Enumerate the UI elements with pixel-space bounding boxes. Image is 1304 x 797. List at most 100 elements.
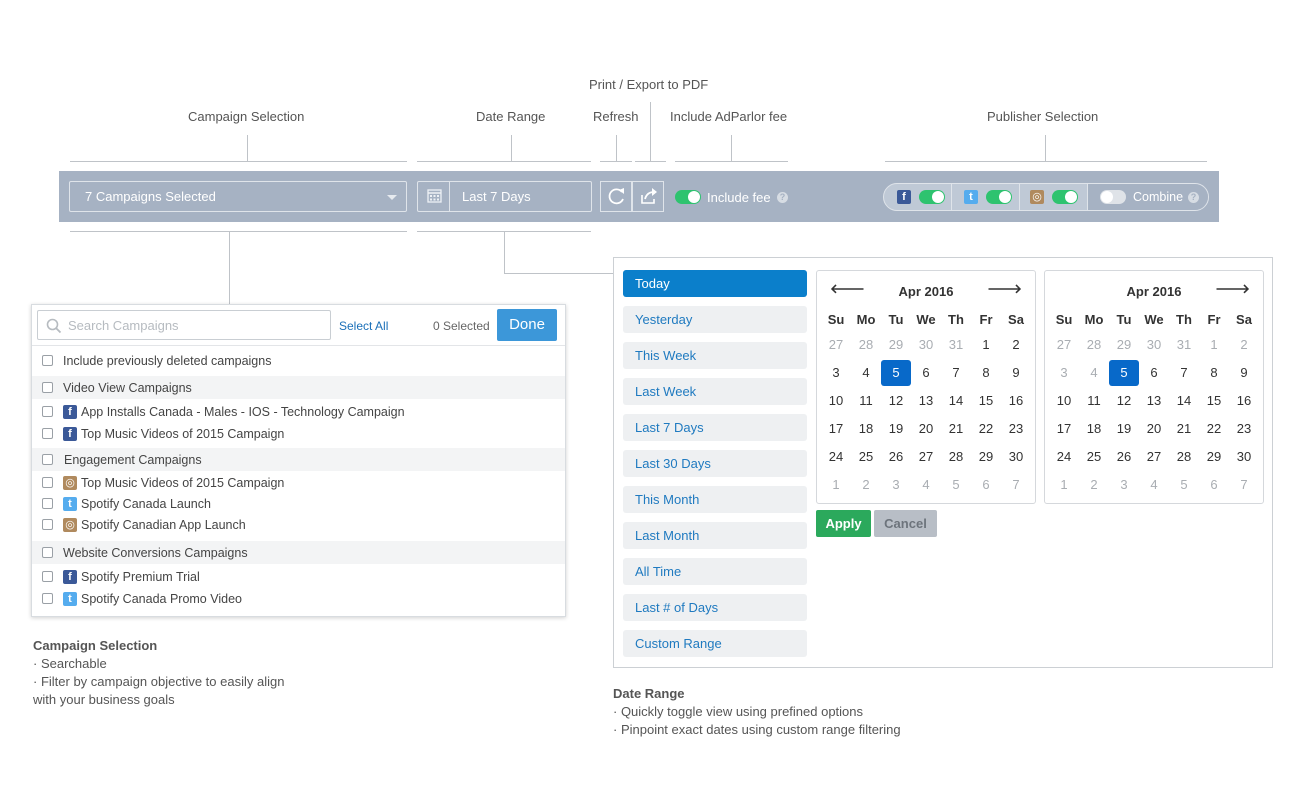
calendar-day[interactable]: 6 — [971, 472, 1001, 498]
calendar-day[interactable]: 5 — [941, 472, 971, 498]
group-checkbox[interactable] — [42, 547, 53, 558]
calendar-day[interactable]: 20 — [911, 416, 941, 442]
campaign-checkbox[interactable] — [42, 519, 53, 530]
campaign-checkbox[interactable] — [42, 477, 53, 488]
calendar-day[interactable]: 29 — [1199, 444, 1229, 470]
calendar-day[interactable]: 15 — [971, 388, 1001, 414]
next-month-arrow-icon[interactable]: 🡒 — [1215, 281, 1250, 297]
calendar-day[interactable]: 7 — [1001, 472, 1031, 498]
calendar-day[interactable]: 1 — [821, 472, 851, 498]
export-pdf-button[interactable] — [632, 181, 664, 212]
calendar-day[interactable]: 30 — [1139, 332, 1169, 358]
calendar-day[interactable]: 3 — [881, 472, 911, 498]
group-checkbox[interactable] — [42, 382, 53, 393]
calendar-day[interactable]: 16 — [1001, 388, 1031, 414]
calendar-day[interactable]: 17 — [821, 416, 851, 442]
calendar-day[interactable]: 2 — [1079, 472, 1109, 498]
calendar-day[interactable]: 3 — [821, 360, 851, 386]
calendar-day[interactable]: 13 — [911, 388, 941, 414]
calendar-day-selected[interactable]: 5 — [881, 360, 911, 386]
calendar-day[interactable]: 28 — [851, 332, 881, 358]
group-checkbox[interactable] — [42, 454, 53, 465]
range-option[interactable]: All Time — [623, 558, 807, 585]
campaign-item[interactable]: t Spotify Canada Promo Video — [32, 589, 565, 610]
calendar-day[interactable]: 6 — [1199, 472, 1229, 498]
calendar-day[interactable]: 27 — [1049, 332, 1079, 358]
calendar-day[interactable]: 31 — [1169, 332, 1199, 358]
calendar-day[interactable]: 24 — [821, 444, 851, 470]
calendar-day[interactable]: 30 — [1001, 444, 1031, 470]
campaign-checkbox[interactable] — [42, 406, 53, 417]
range-option[interactable]: This Week — [623, 342, 807, 369]
range-option[interactable]: Last 7 Days — [623, 414, 807, 441]
range-option[interactable]: Yesterday — [623, 306, 807, 333]
calendar-day[interactable]: 28 — [1169, 444, 1199, 470]
calendar-day[interactable]: 22 — [1199, 416, 1229, 442]
calendar-day[interactable]: 12 — [1109, 388, 1139, 414]
calendar-day[interactable]: 16 — [1229, 388, 1259, 414]
calendar-day[interactable]: 18 — [851, 416, 881, 442]
next-month-arrow-icon[interactable]: 🡒 — [987, 281, 1022, 297]
range-option[interactable]: Last # of Days — [623, 594, 807, 621]
campaign-checkbox[interactable] — [42, 428, 53, 439]
calendar-day[interactable]: 3 — [1109, 472, 1139, 498]
search-campaigns-input[interactable] — [68, 316, 323, 334]
range-option[interactable]: Last Month — [623, 522, 807, 549]
facebook-toggle[interactable] — [919, 190, 945, 204]
calendar-day[interactable]: 30 — [911, 332, 941, 358]
calendar-day[interactable]: 26 — [1109, 444, 1139, 470]
calendar-day[interactable]: 7 — [1229, 472, 1259, 498]
calendar-day[interactable]: 9 — [1229, 360, 1259, 386]
range-option[interactable]: Last 30 Days — [623, 450, 807, 477]
calendar-day[interactable]: 10 — [1049, 388, 1079, 414]
calendar-day[interactable]: 2 — [851, 472, 881, 498]
campaign-item[interactable]: ◎ Top Music Videos of 2015 Campaign — [32, 473, 565, 494]
calendar-day[interactable]: 27 — [911, 444, 941, 470]
campaign-select-dropdown[interactable]: 7 Campaigns Selected — [69, 181, 407, 212]
done-button[interactable]: Done — [497, 309, 557, 341]
calendar-day[interactable]: 23 — [1001, 416, 1031, 442]
range-option[interactable]: Custom Range — [623, 630, 807, 657]
calendar-day[interactable]: 13 — [1139, 388, 1169, 414]
calendar-day[interactable]: 4 — [1079, 360, 1109, 386]
include-fee-toggle[interactable] — [675, 190, 701, 204]
calendar-day[interactable]: 9 — [1001, 360, 1031, 386]
calendar-day[interactable]: 26 — [881, 444, 911, 470]
calendar-day[interactable]: 21 — [941, 416, 971, 442]
campaign-item[interactable]: t Spotify Canada Launch — [32, 494, 565, 515]
calendar-day[interactable]: 8 — [1199, 360, 1229, 386]
instagram-toggle[interactable] — [1052, 190, 1078, 204]
calendar-day[interactable]: 15 — [1199, 388, 1229, 414]
campaign-item[interactable]: ◎ Spotify Canadian App Launch — [32, 515, 565, 536]
calendar-day[interactable]: 11 — [851, 388, 881, 414]
calendar-day[interactable]: 5 — [1169, 472, 1199, 498]
calendar-day[interactable]: 27 — [821, 332, 851, 358]
calendar-day[interactable]: 4 — [911, 472, 941, 498]
range-option[interactable]: Last Week — [623, 378, 807, 405]
apply-button[interactable]: Apply — [816, 510, 871, 537]
campaign-group-engagement[interactable]: Engagement Campaigns — [32, 448, 565, 471]
calendar-day[interactable]: 19 — [1109, 416, 1139, 442]
calendar-day[interactable]: 3 — [1049, 360, 1079, 386]
calendar-day[interactable]: 6 — [911, 360, 941, 386]
help-icon[interactable]: ? — [1188, 192, 1199, 203]
calendar-day[interactable]: 1 — [1199, 332, 1229, 358]
calendar-day[interactable]: 31 — [941, 332, 971, 358]
calendar-day[interactable]: 14 — [941, 388, 971, 414]
calendar-day[interactable]: 25 — [1079, 444, 1109, 470]
calendar-day[interactable]: 24 — [1049, 444, 1079, 470]
calendar-day[interactable]: 29 — [881, 332, 911, 358]
calendar-day[interactable]: 7 — [1169, 360, 1199, 386]
calendar-day[interactable]: 1 — [1049, 472, 1079, 498]
campaign-item[interactable]: f Spotify Premium Trial — [32, 567, 565, 588]
calendar-day[interactable]: 28 — [1079, 332, 1109, 358]
calendar-day[interactable]: 4 — [851, 360, 881, 386]
calendar-day[interactable]: 25 — [851, 444, 881, 470]
calendar-day-selected[interactable]: 5 — [1109, 360, 1139, 386]
calendar-day[interactable]: 21 — [1169, 416, 1199, 442]
calendar-day[interactable]: 28 — [941, 444, 971, 470]
campaign-group-website-conversions[interactable]: Website Conversions Campaigns — [32, 541, 565, 564]
calendar-day[interactable]: 6 — [1139, 360, 1169, 386]
include-deleted-row[interactable]: Include previously deleted campaigns — [32, 352, 565, 374]
calendar-day[interactable]: 29 — [1109, 332, 1139, 358]
